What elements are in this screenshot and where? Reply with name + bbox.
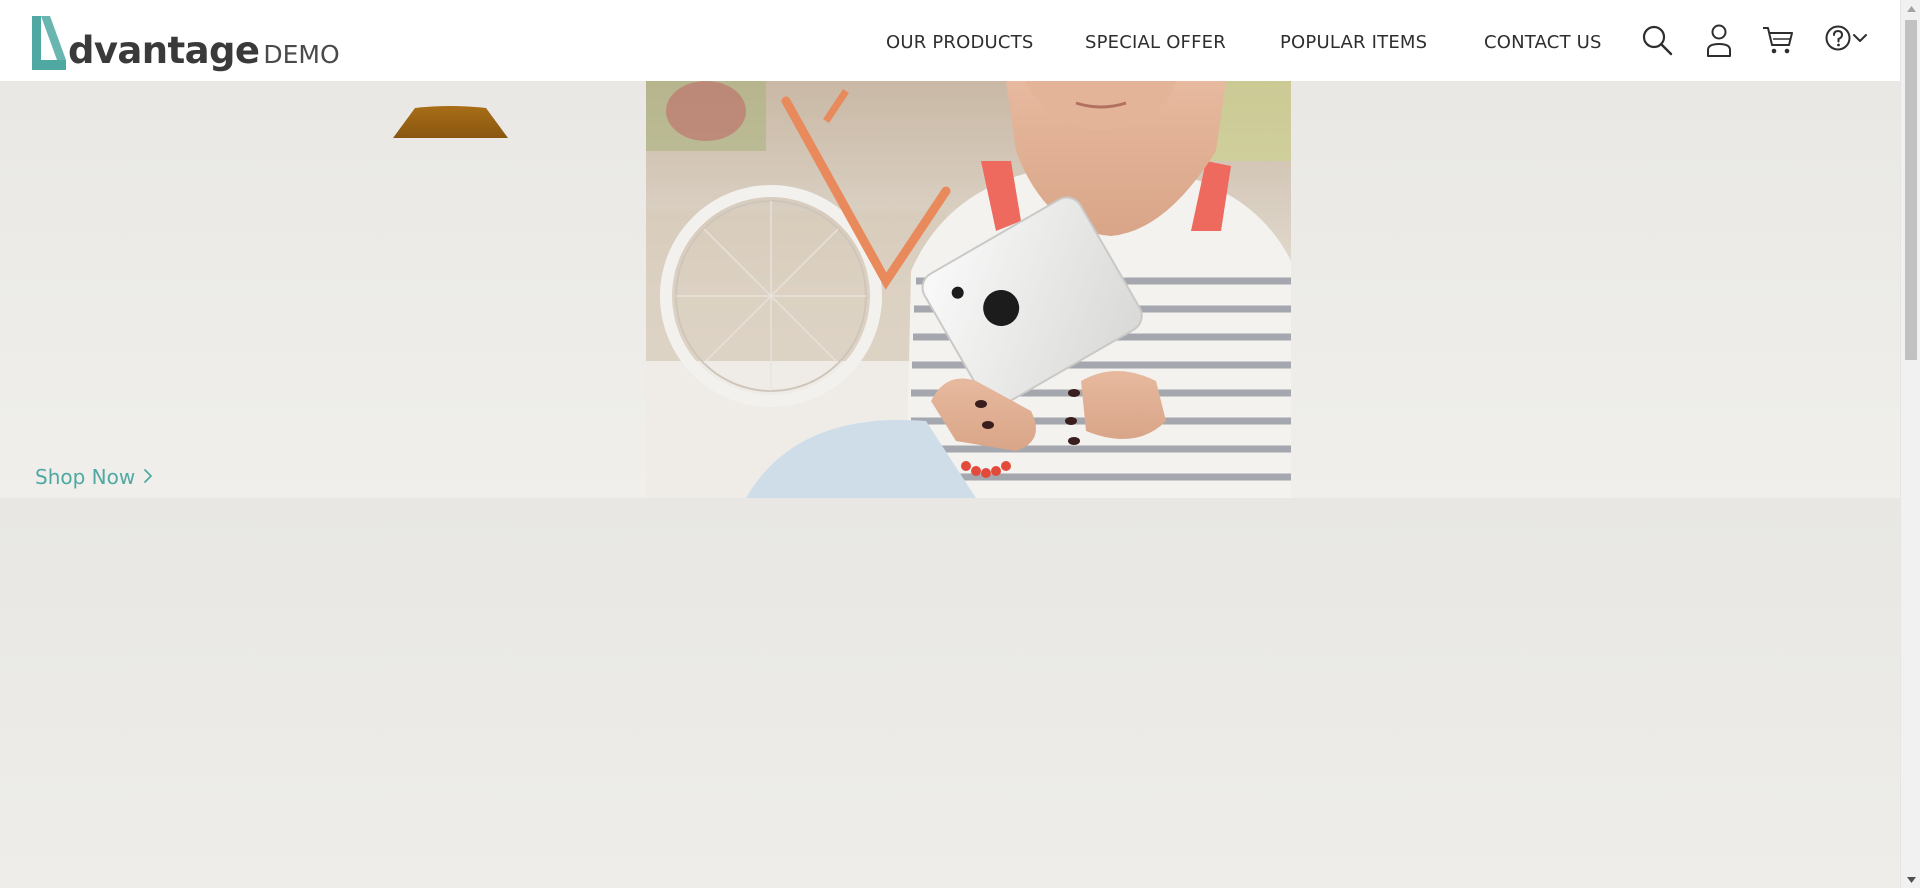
scrollbar-thumb[interactable]	[1905, 20, 1917, 360]
chevron-down-icon	[1852, 31, 1868, 49]
help-menu[interactable]	[1820, 22, 1872, 58]
lamp-shade-image	[393, 106, 508, 138]
brand-suffix: DEMO	[263, 40, 340, 69]
user-icon[interactable]	[1704, 22, 1734, 58]
hero-right-panel	[1291, 81, 1900, 498]
nav-our-products[interactable]: OUR PRODUCTS	[886, 32, 1034, 53]
nav-popular-items[interactable]: POPULAR ITEMS	[1280, 32, 1427, 53]
nav-special-offer[interactable]: SPECIAL OFFER	[1085, 32, 1226, 53]
logo-a-mark-icon	[28, 14, 70, 72]
nav-contact-us[interactable]: CONTACT US	[1484, 32, 1602, 53]
hero-left-panel	[0, 81, 646, 498]
brand-name: dvantage	[68, 29, 260, 72]
hero-photo-woman-tablet	[646, 81, 1291, 498]
help-icon	[1824, 24, 1852, 57]
cart-icon[interactable]	[1761, 22, 1795, 58]
chevron-right-icon	[143, 465, 153, 489]
shop-now-link[interactable]: Shop Now	[35, 465, 153, 489]
scroll-down-arrow-icon[interactable]	[1901, 871, 1920, 888]
vertical-scrollbar[interactable]	[1900, 0, 1920, 888]
scroll-up-arrow-icon[interactable]	[1901, 0, 1920, 17]
brand-logo[interactable]: dvantage DEMO	[28, 12, 340, 72]
search-icon[interactable]	[1640, 22, 1674, 58]
page-body-area	[0, 498, 1900, 888]
shop-now-label: Shop Now	[35, 465, 136, 489]
site-header: dvantage DEMO OUR PRODUCTS SPECIAL OFFER…	[0, 0, 1900, 81]
